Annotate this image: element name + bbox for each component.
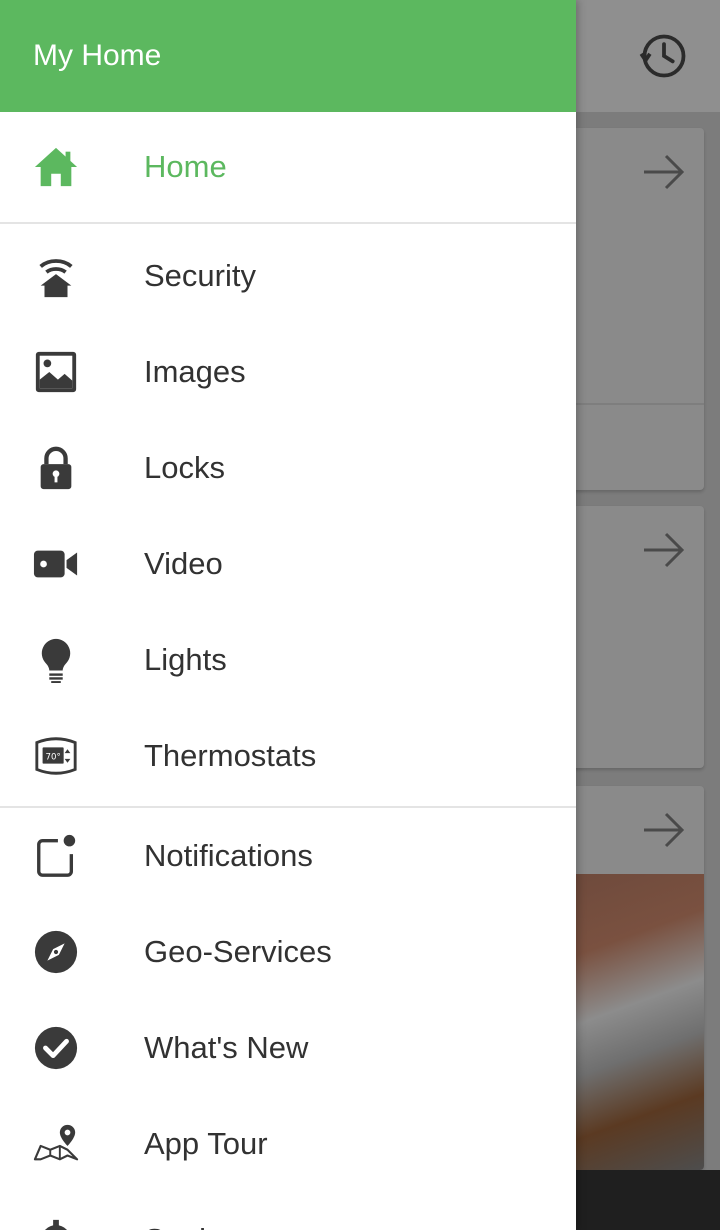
- menu-item-notifications[interactable]: Notifications: [0, 808, 576, 904]
- menu-item-home[interactable]: Home: [0, 112, 576, 222]
- compass-icon: [34, 930, 78, 974]
- menu-label-video: Video: [144, 546, 223, 581]
- menu-label-lights: Lights: [144, 642, 227, 677]
- menu-item-thermostats[interactable]: 70° Thermostats: [0, 708, 576, 804]
- menu-item-locks[interactable]: Locks: [0, 420, 576, 516]
- menu-item-images[interactable]: Images: [0, 324, 576, 420]
- gear-icon: [45, 1219, 67, 1230]
- notification-icon: [37, 834, 76, 877]
- background-card[interactable]: [560, 128, 704, 490]
- menu-label-whats-new: What's New: [144, 1030, 309, 1065]
- thermostat-badge: 70°: [45, 752, 60, 762]
- menu-label-settings: Settings: [144, 1222, 256, 1230]
- arrow-right-icon[interactable]: [640, 526, 688, 574]
- background-card[interactable]: [560, 506, 704, 768]
- menu-group-primary: Home: [0, 112, 576, 224]
- thermostat-icon: 70°: [35, 737, 77, 775]
- menu-label-app-tour: App Tour: [144, 1126, 268, 1161]
- lock-icon: [40, 446, 72, 490]
- menu-label-notifications: Notifications: [144, 838, 313, 873]
- menu-label-geo-services: Geo-Services: [144, 934, 332, 969]
- menu-item-settings[interactable]: Settings: [0, 1192, 576, 1230]
- room-photo: [560, 874, 704, 1170]
- navigation-drawer: My Home Home Security Images Locks Video…: [0, 0, 576, 1230]
- menu-item-security[interactable]: Security: [0, 228, 576, 324]
- menu-label-locks: Locks: [144, 450, 225, 485]
- menu-group-more: Notifications Geo-Services What's New Ap…: [0, 808, 576, 1230]
- background-card[interactable]: [560, 786, 704, 1170]
- menu-item-whats-new[interactable]: What's New: [0, 1000, 576, 1096]
- check-circle-icon: [34, 1026, 78, 1070]
- home-icon: [34, 147, 78, 187]
- light-bulb-icon: [41, 638, 71, 683]
- menu-label-home: Home: [144, 149, 227, 184]
- drawer-header: My Home: [0, 0, 576, 112]
- menu-label-security: Security: [144, 258, 256, 293]
- menu-item-video[interactable]: Video: [0, 516, 576, 612]
- arrow-right-icon[interactable]: [640, 806, 688, 854]
- menu-item-app-tour[interactable]: App Tour: [0, 1096, 576, 1192]
- card-divider: [560, 403, 704, 405]
- history-icon[interactable]: [638, 30, 690, 82]
- menu-label-images: Images: [144, 354, 246, 389]
- drawer-title: My Home: [33, 39, 162, 72]
- video-camera-icon: [33, 550, 78, 578]
- menu-label-thermostats: Thermostats: [144, 738, 317, 773]
- map-pin-icon: [33, 1124, 79, 1161]
- security-house-icon: [39, 259, 73, 298]
- menu-item-geo-services[interactable]: Geo-Services: [0, 904, 576, 1000]
- arrow-right-icon[interactable]: [640, 148, 688, 196]
- menu-group-devices: Security Images Locks Video Lights 70° T…: [0, 224, 576, 808]
- image-icon: [35, 351, 77, 393]
- menu-item-lights[interactable]: Lights: [0, 612, 576, 708]
